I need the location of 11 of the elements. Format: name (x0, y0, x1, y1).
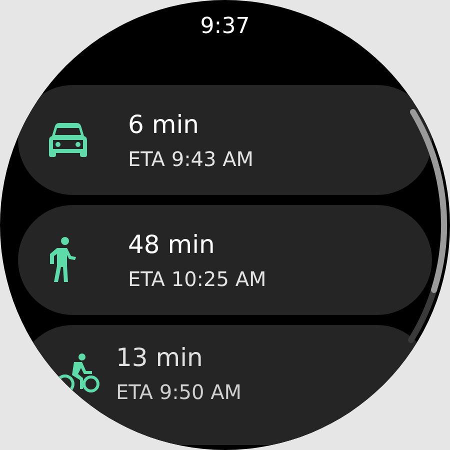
duration-text: 13 min (116, 343, 204, 372)
car-icon (48, 122, 88, 158)
duration-text: 48 min (128, 230, 216, 258)
clock-time: 9:37 (200, 14, 250, 41)
eta-text: ETA 9:50 AM (116, 380, 242, 404)
route-card[interactable]: 6 min ETA 9:43 AM (18, 85, 432, 195)
duration-text: 6 min (128, 110, 200, 138)
eta-text: ETA 9:43 AM (128, 146, 254, 170)
route-card[interactable]: 48 min ETA 10:25 AM (18, 205, 432, 315)
walking-person-icon (48, 236, 78, 284)
eta-text: ETA 10:25 AM (128, 266, 266, 290)
